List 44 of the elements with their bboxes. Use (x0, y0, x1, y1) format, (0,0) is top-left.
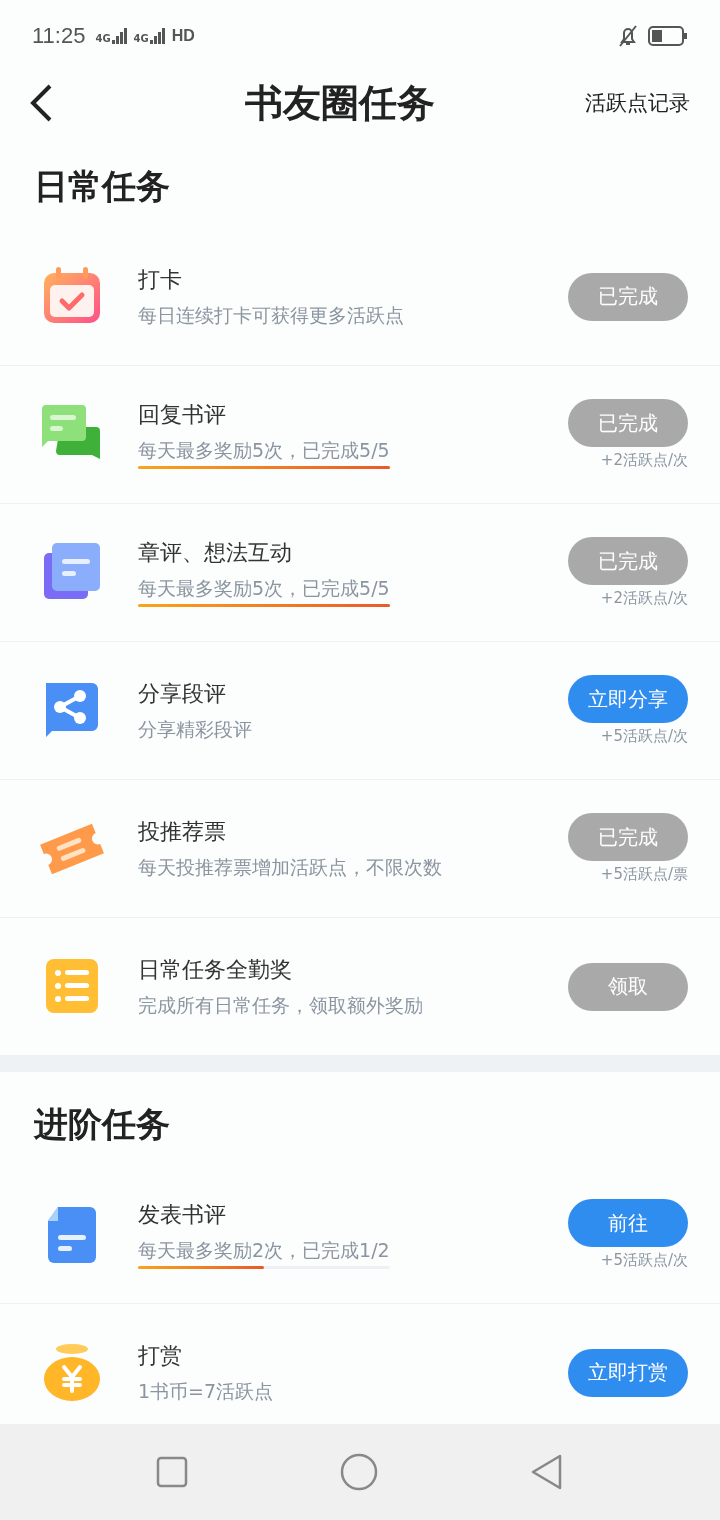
network-label: 4G (133, 33, 149, 44)
task-title: 回复书评 (138, 401, 226, 429)
task-description: 1书币=7活跃点 (138, 1378, 274, 1404)
battery-icon (648, 25, 688, 47)
section-title: 进阶任务 (32, 1103, 171, 1146)
task-button[interactable]: 前往 (568, 1199, 688, 1247)
hd-label: HD (171, 27, 195, 45)
reward-text: +2活跃点/次 (600, 589, 688, 608)
task-title: 分享段评 (138, 679, 226, 708)
square-nav-icon[interactable] (156, 1456, 188, 1488)
reward-text: +5活跃点/次 (600, 727, 688, 746)
task-button[interactable]: 已完成 (568, 813, 688, 861)
section-title: 日常任务 (33, 165, 171, 208)
back-triangle-icon[interactable] (530, 1454, 564, 1490)
task-button[interactable]: 领取 (568, 962, 688, 1011)
task-description: 每天投推荐票增加活跃点，不限次数 (138, 854, 442, 880)
signal-icon (149, 28, 166, 44)
task-button[interactable]: 已完成 (568, 399, 688, 447)
task-title: 打卡 (138, 265, 182, 294)
reward-text: +5活跃点/次 (600, 1251, 688, 1270)
signal-icon (111, 28, 128, 44)
network-label: 4G (95, 33, 111, 44)
task-description: 每天最多奖励5次，已完成5/5 (138, 576, 390, 601)
task-description: 每天最多奖励5次，已完成5/5 (138, 438, 390, 463)
task-title: 投推荐票 (138, 817, 226, 846)
activity-record-link[interactable]: 活跃点记录 (585, 89, 690, 117)
task-description: 每日连续打卡可获得更多活跃点 (138, 302, 404, 328)
task-title: 发表书评 (138, 1201, 226, 1229)
task-title: 日常任务全勤奖 (138, 955, 292, 984)
task-button[interactable]: 已完成 (568, 537, 688, 585)
status-time: 11:25 (32, 23, 86, 49)
task-button[interactable]: 已完成 (568, 272, 688, 321)
task-description: 分享精彩段评 (138, 716, 252, 742)
task-button[interactable]: 立即分享 (568, 675, 688, 723)
task-description: 每天最多奖励2次，已完成1/2 (138, 1238, 390, 1263)
task-title: 打赏 (138, 1341, 182, 1370)
reward-text: +5活跃点/票 (600, 865, 688, 884)
page-title: 书友圈任务 (243, 79, 436, 127)
task-button[interactable]: 立即打赏 (568, 1348, 688, 1397)
home-icon[interactable] (340, 1453, 378, 1491)
reward-text: +2活跃点/次 (600, 451, 688, 470)
task-title: 章评、想法互动 (138, 539, 292, 567)
back-icon[interactable] (28, 83, 54, 123)
task-description: 完成所有日常任务，领取额外奖励 (138, 992, 423, 1018)
